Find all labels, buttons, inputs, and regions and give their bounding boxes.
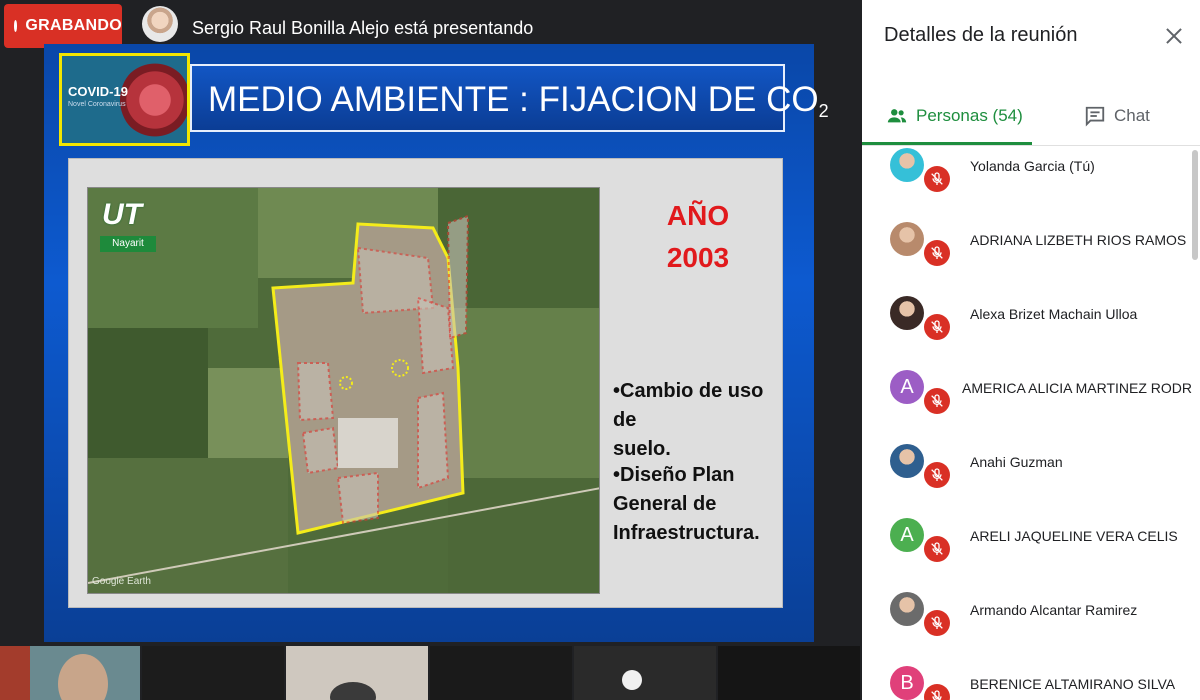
video-tile[interactable] xyxy=(718,646,860,700)
participant-name: ARELI JAQUELINE VERA CELIS xyxy=(970,528,1178,544)
participant-avatar xyxy=(890,148,924,182)
mic-off-icon xyxy=(931,320,943,333)
participant-row[interactable]: Armando Alcantar Ramirez xyxy=(862,572,1192,646)
participant-name: BERENICE ALTAMIRANO SILVA xyxy=(970,676,1176,692)
participant-avatar xyxy=(890,444,924,478)
record-dot-icon xyxy=(14,20,18,32)
participant-row[interactable]: A ARELI JAQUELINE VERA CELIS xyxy=(862,498,1192,572)
recording-label: GRABANDO xyxy=(25,17,122,34)
participant-row[interactable]: B BERENICE ALTAMIRANO SILVA xyxy=(862,646,1192,700)
tab-chat-label: Chat xyxy=(1114,106,1150,125)
muted-mic-icon xyxy=(924,314,950,340)
participant-name: Alexa Brizet Machain Ulloa xyxy=(970,306,1138,322)
muted-mic-icon xyxy=(924,684,950,700)
video-tile[interactable] xyxy=(0,646,140,700)
participant-list[interactable]: Yolanda Garcia (Tú) ADRIANA LIZBETH RIOS… xyxy=(862,146,1192,700)
mic-off-icon xyxy=(931,246,943,259)
mic-off-icon xyxy=(931,468,943,481)
slide-title-bar: MEDIO AMBIENTE : FIJACION DE CO2 xyxy=(190,64,829,132)
panel-title: Detalles de la reunión xyxy=(884,24,1078,46)
muted-mic-icon xyxy=(924,388,950,414)
chat-icon xyxy=(1085,106,1105,127)
participant-row[interactable]: Anahi Guzman xyxy=(862,424,1192,498)
tab-chat[interactable]: Chat xyxy=(1084,88,1150,144)
participant-avatar xyxy=(890,222,924,256)
participant-avatar xyxy=(890,296,924,330)
video-tile[interactable] xyxy=(142,646,284,700)
shared-slide: COVID-19 Novel Coronavirus MEDIO AMBIENT… xyxy=(44,44,829,642)
participant-row[interactable]: A AMERICA ALICIA MARTINEZ RODRIG... xyxy=(862,350,1192,424)
participant-row[interactable]: Yolanda Garcia (Tú) xyxy=(862,146,1192,202)
slide-title: MEDIO AMBIENTE : FIJACION DE CO2 xyxy=(208,80,829,121)
mic-off-icon xyxy=(931,172,943,185)
muted-mic-icon xyxy=(924,240,950,266)
close-icon[interactable] xyxy=(1162,24,1186,48)
slide-content: UT Nayarit Google Earth AÑO 2003 •Cambio… xyxy=(68,158,783,608)
presenter-avatar xyxy=(142,6,178,42)
meeting-window: GRABANDO Sergio Raul Bonilla Alejo está … xyxy=(0,0,1200,700)
people-icon xyxy=(887,109,907,123)
participant-list-scrollbar[interactable] xyxy=(1192,150,1198,260)
muted-mic-icon xyxy=(924,536,950,562)
ut-nayarit-logo: UT Nayarit xyxy=(98,196,158,256)
bullet-land-use: •Cambio de uso de suelo. xyxy=(613,380,764,460)
participant-avatar: A xyxy=(890,518,924,552)
participant-avatar: A xyxy=(890,370,924,404)
presenter-status: Sergio Raul Bonilla Alejo está presentan… xyxy=(192,18,534,38)
mic-off-icon xyxy=(931,542,943,555)
participant-name: Armando Alcantar Ramirez xyxy=(970,602,1138,618)
mic-off-icon xyxy=(931,690,942,700)
participant-avatar: B xyxy=(890,666,924,700)
participant-row[interactable]: ADRIANA LIZBETH RIOS RAMOS xyxy=(862,202,1192,276)
mic-off-icon xyxy=(931,394,943,407)
satellite-map: UT Nayarit Google Earth xyxy=(87,187,600,594)
tab-people-label: Personas (54) xyxy=(916,106,1023,125)
tab-people[interactable]: Personas (54) xyxy=(886,88,1023,144)
participant-avatar xyxy=(890,592,924,626)
coronavirus-icon xyxy=(120,62,187,138)
participant-name: AMERICA ALICIA MARTINEZ RODRIG... xyxy=(962,380,1192,396)
video-tile[interactable] xyxy=(430,646,572,700)
participant-name: Anahi Guzman xyxy=(970,454,1063,470)
site-boundary-overlay xyxy=(88,214,599,584)
participant-name: Yolanda Garcia (Tú) xyxy=(970,158,1095,174)
muted-mic-icon xyxy=(924,166,950,192)
covid-badge-title: COVID-19 xyxy=(68,84,128,99)
meeting-details-panel: Detalles de la reunión Personas (54) Cha… xyxy=(862,0,1200,700)
mic-off-icon xyxy=(931,616,943,629)
muted-mic-icon xyxy=(924,610,950,636)
covid-badge: COVID-19 Novel Coronavirus xyxy=(59,53,190,146)
bullet-infrastructure-plan: •Diseño Plan General de Infraestructura. xyxy=(613,464,760,544)
google-earth-watermark: Google Earth xyxy=(92,576,151,587)
participant-name: ADRIANA LIZBETH RIOS RAMOS xyxy=(970,232,1187,248)
video-tile[interactable] xyxy=(574,646,716,700)
video-tile[interactable] xyxy=(286,646,428,700)
muted-mic-icon xyxy=(924,462,950,488)
participant-row[interactable]: Alexa Brizet Machain Ulloa xyxy=(862,276,1192,350)
recording-badge[interactable]: GRABANDO xyxy=(4,4,122,48)
covid-badge-subtitle: Novel Coronavirus xyxy=(68,101,126,108)
year-heading: AÑO 2003 xyxy=(666,200,730,273)
